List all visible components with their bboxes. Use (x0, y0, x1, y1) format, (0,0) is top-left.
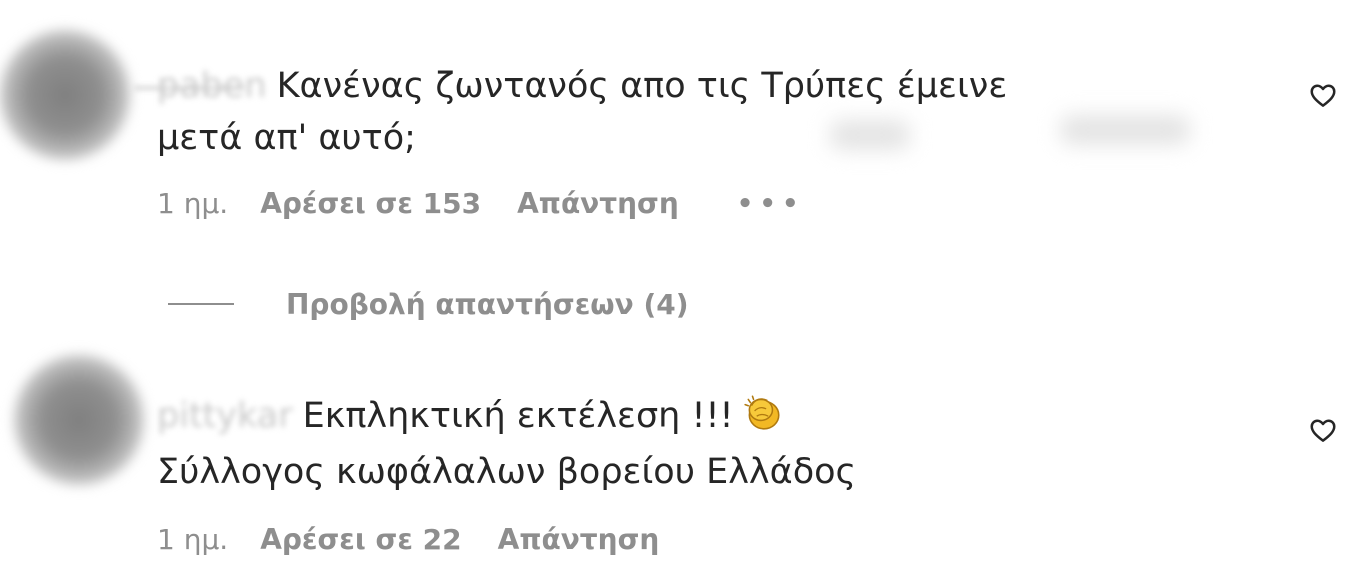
comment-time[interactable]: 1 ημ. (157, 184, 228, 224)
reply-button[interactable]: Απάντηση (498, 520, 660, 560)
comment-meta: 1 ημ. Αρέσει σε 153 Απάντηση ••• (157, 183, 805, 224)
likes-count[interactable]: Αρέσει σε 22 (260, 520, 461, 560)
avatar[interactable] (0, 30, 130, 160)
likes-count[interactable]: Αρέσει σε 153 (260, 184, 481, 224)
like-button[interactable] (1308, 415, 1338, 445)
comment-text-line: Σύλλογος κωφάλαλων βορείου Ελλάδος (157, 446, 856, 498)
view-replies-button[interactable]: Προβολή απαντήσεων (4) (168, 282, 689, 326)
comment-text: Εκπληκτική εκτέλεση !!! (302, 396, 734, 436)
heart-outline-icon (1310, 419, 1336, 442)
blur-artifact (1060, 115, 1190, 145)
heart-outline-icon (1310, 84, 1336, 107)
blur-artifact (830, 120, 910, 150)
avatar[interactable] (14, 355, 144, 485)
comment-text-line: ̶̶̶̶̶̶̶̶̶̶̶̶̶̶̶̶p̶a̶b̶e̶n Κανένας ζωντανό… (157, 60, 1007, 112)
comments-panel: ̶̶̶̶̶̶̶̶̶̶̶̶̶̶̶̶p̶a̶b̶e̶n Κανένας ζωντανό… (0, 0, 1360, 573)
comment-meta: 1 ημ. Αρέσει σε 22 Απάντηση (157, 519, 659, 560)
divider-line (168, 303, 234, 305)
like-button[interactable] (1308, 80, 1338, 110)
view-replies-label: Προβολή απαντήσεων (4) (286, 287, 689, 321)
more-options-button[interactable]: ••• (737, 184, 805, 224)
reply-button[interactable]: Απάντηση (517, 184, 679, 224)
comment-text: Σύλλογος κωφάλαλων βορείου Ελλάδος (157, 452, 857, 492)
clapping-hands-icon (742, 391, 784, 433)
comment-text-line: pittykar Εκπληκτική εκτέλεση !!! (157, 390, 784, 442)
comment-text: μετά απ' αυτό; (157, 118, 416, 158)
comment-text: Κανένας ζωντανός απο τις Τρύπες έμεινε (276, 66, 1008, 106)
comment-text-line: μετά απ' αυτό; (157, 112, 416, 164)
username[interactable]: pittykar (157, 396, 293, 436)
comment-time[interactable]: 1 ημ. (157, 520, 228, 560)
username[interactable]: ̶̶̶̶̶̶̶̶̶̶̶̶̶̶̶̶p̶a̶b̶e̶n (157, 66, 267, 106)
